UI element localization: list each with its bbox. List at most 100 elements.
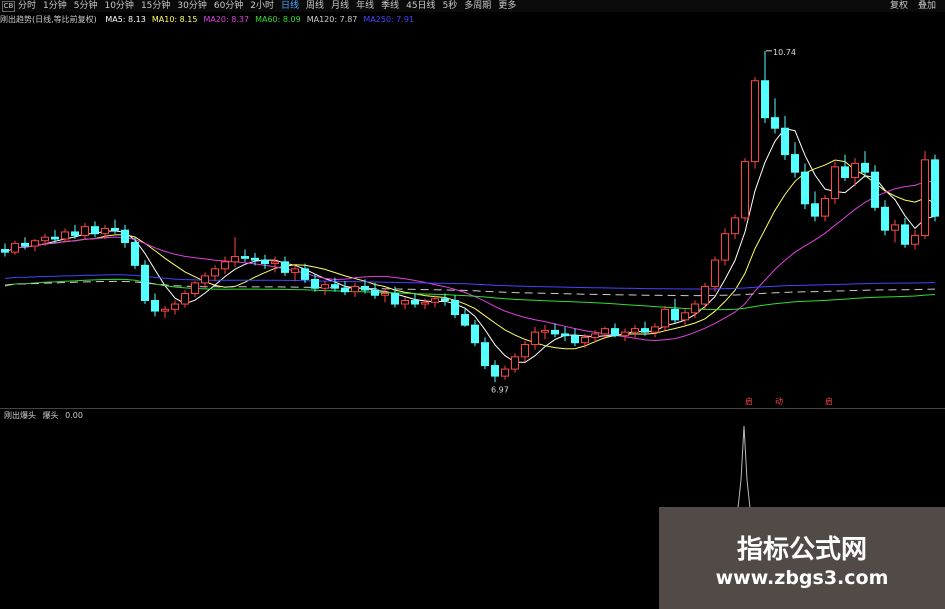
overlay-button[interactable]: 叠加 bbox=[918, 0, 936, 12]
candle-body bbox=[111, 227, 119, 231]
candle-body bbox=[371, 289, 379, 296]
period-tab[interactable]: 月线 bbox=[331, 0, 349, 12]
candle-body bbox=[21, 242, 29, 247]
candle-body bbox=[91, 226, 99, 235]
candle-body bbox=[61, 231, 69, 240]
candle-body bbox=[711, 259, 719, 287]
candle-body bbox=[361, 285, 369, 291]
candle-body bbox=[671, 308, 679, 321]
candle-body bbox=[181, 292, 189, 305]
period-toolbar: CB 分时 1分钟 5分钟 10分钟 15分钟 30分钟 60分钟 2小时 日线 周线 月线 年线 季线… bbox=[0, 0, 945, 12]
period-tab[interactable]: 60分钟 bbox=[214, 0, 243, 12]
candle-body bbox=[561, 333, 569, 337]
candle-body bbox=[171, 303, 179, 310]
watermark-url: www.zbgs3.com bbox=[715, 567, 889, 589]
chart-title: 刚出趋势(日线,等比前复权) bbox=[0, 15, 97, 24]
period-tab[interactable]: 45日线 bbox=[406, 0, 435, 12]
candle-body bbox=[381, 292, 389, 296]
period-tabs: 分时 1分钟 5分钟 10分钟 15分钟 30分钟 60分钟 2小时 日线 周线 月线 年线 季线 45日… bbox=[18, 0, 523, 12]
candle-body bbox=[31, 240, 39, 247]
sub-indicator-spike bbox=[737, 425, 751, 509]
candle-body bbox=[871, 171, 879, 208]
candle-body bbox=[161, 308, 169, 312]
candle-body bbox=[121, 229, 129, 243]
candle-body bbox=[841, 166, 849, 178]
candle-body bbox=[51, 236, 59, 240]
candle-body bbox=[81, 226, 89, 236]
signal-marker: 启 bbox=[825, 396, 833, 406]
candle-body bbox=[221, 261, 229, 270]
chart-checkbox[interactable]: CB bbox=[2, 1, 15, 12]
candle-body bbox=[261, 259, 269, 265]
candle-body bbox=[921, 159, 929, 236]
candle-body bbox=[431, 298, 439, 303]
candle-body bbox=[831, 166, 839, 200]
candle-body bbox=[651, 326, 659, 333]
period-tab[interactable]: 15分钟 bbox=[141, 0, 170, 12]
period-tab[interactable]: 年线 bbox=[356, 0, 374, 12]
period-tab[interactable]: 30分钟 bbox=[177, 0, 206, 12]
ma-line-ma10 bbox=[4, 159, 936, 350]
candle-body bbox=[751, 80, 759, 163]
candle-body bbox=[801, 171, 809, 205]
candle-body bbox=[931, 159, 939, 217]
restore-button[interactable]: 复权 bbox=[890, 0, 908, 12]
candle-body bbox=[321, 284, 329, 289]
candle-body bbox=[531, 331, 539, 345]
candle-body bbox=[791, 154, 799, 173]
candle-body bbox=[851, 162, 859, 178]
candle-body bbox=[41, 236, 49, 242]
candle-body bbox=[471, 324, 479, 344]
period-tab[interactable]: 周线 bbox=[306, 0, 324, 12]
period-tab[interactable]: 1分钟 bbox=[43, 0, 67, 12]
candle-body bbox=[1, 249, 9, 253]
watermark-title: 指标公式网 bbox=[736, 535, 867, 565]
candle-body bbox=[461, 314, 469, 326]
high-price-label: 10.74 bbox=[773, 48, 796, 57]
candle-body bbox=[891, 224, 899, 231]
period-tab[interactable]: 5秒 bbox=[443, 0, 458, 12]
candle-body bbox=[911, 234, 919, 245]
period-tab[interactable]: 季线 bbox=[381, 0, 399, 12]
candle-body bbox=[731, 217, 739, 235]
candlestick-chart[interactable]: 10.74 6.97 启 动 启 bbox=[0, 28, 945, 406]
candle-body bbox=[301, 268, 309, 280]
candle-body bbox=[581, 336, 589, 344]
signal-marker: 动 bbox=[775, 396, 783, 406]
candle-body bbox=[681, 312, 689, 321]
candle-body bbox=[71, 231, 79, 236]
candle-body bbox=[211, 268, 219, 277]
candle-body bbox=[621, 331, 629, 337]
period-tab[interactable]: 日线 bbox=[281, 0, 299, 12]
candle-body bbox=[351, 285, 359, 293]
candle-body bbox=[151, 300, 159, 312]
period-tab[interactable]: 5分钟 bbox=[74, 0, 98, 12]
candle-body bbox=[281, 261, 289, 273]
candle-body bbox=[141, 264, 149, 302]
period-tab[interactable]: 多周期 bbox=[464, 0, 491, 12]
period-tab[interactable]: 10分钟 bbox=[104, 0, 133, 12]
period-tab[interactable]: 分时 bbox=[18, 0, 36, 12]
candle-body bbox=[251, 257, 259, 261]
period-tab[interactable]: 更多 bbox=[498, 0, 516, 12]
candle-body bbox=[861, 162, 869, 173]
pane-divider[interactable] bbox=[0, 408, 945, 409]
candle-body bbox=[101, 227, 109, 235]
candle-body bbox=[411, 300, 419, 305]
candle-body bbox=[661, 308, 669, 328]
sub-indicator-value: 0.00 bbox=[65, 411, 83, 420]
candle-body bbox=[521, 343, 529, 358]
candle-body bbox=[501, 368, 509, 377]
signal-marker: 启 bbox=[745, 396, 753, 406]
candle-body bbox=[611, 328, 619, 337]
candle-body bbox=[441, 298, 449, 302]
candle-body bbox=[481, 342, 489, 367]
candle-body bbox=[131, 241, 139, 266]
candle-body bbox=[231, 256, 239, 263]
period-tab[interactable]: 2小时 bbox=[250, 0, 274, 12]
ma-legend-item: MA120: 7.87 bbox=[306, 15, 358, 24]
watermark: 指标公式网 www.zbgs3.com bbox=[659, 507, 945, 609]
candle-body bbox=[511, 356, 519, 370]
candle-body bbox=[271, 261, 279, 265]
candle-body bbox=[601, 328, 609, 335]
